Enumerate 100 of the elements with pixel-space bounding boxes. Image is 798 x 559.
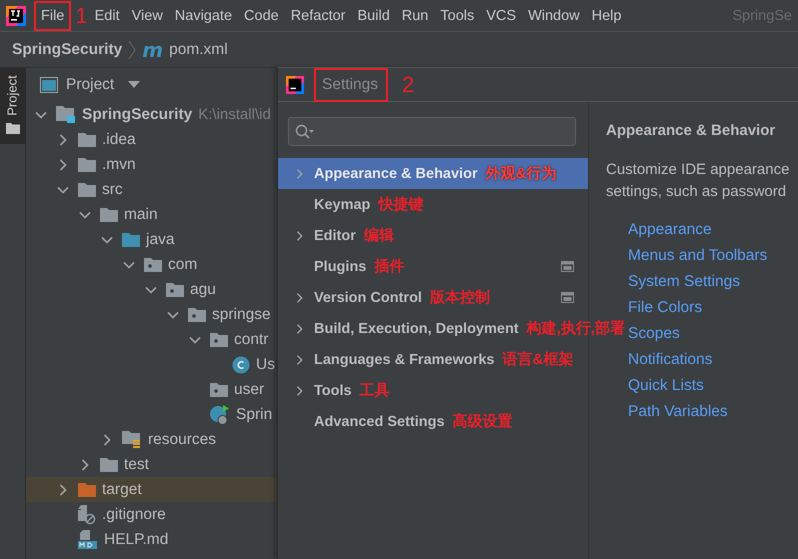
tree-item-label: java bbox=[146, 230, 174, 248]
tree-item-label: resources bbox=[148, 430, 216, 448]
tree-item-label: .idea bbox=[102, 130, 136, 148]
settings-link[interactable]: Appearance bbox=[628, 217, 798, 243]
tree-row[interactable]: .gitignore bbox=[26, 502, 277, 527]
menu-item[interactable]: Tools bbox=[435, 2, 480, 28]
tree-row[interactable]: Us bbox=[26, 352, 277, 377]
tree-item-label: src bbox=[102, 180, 123, 198]
tree-item-label: user bbox=[234, 380, 264, 398]
settings-link[interactable]: Notifications bbox=[628, 347, 798, 373]
folder-icon bbox=[6, 123, 20, 134]
tree-row-selected[interactable]: target bbox=[26, 477, 277, 502]
tree-item-label: test bbox=[124, 456, 149, 474]
maven-file-icon: m bbox=[142, 38, 164, 62]
search-field[interactable] bbox=[288, 117, 576, 146]
folder-icon bbox=[78, 482, 96, 497]
folder-icon bbox=[78, 157, 96, 172]
tree-row[interactable]: HELP.md bbox=[26, 527, 277, 552]
window-icon bbox=[40, 77, 58, 93]
tree-row[interactable]: SpringSecurity K:\install\id bbox=[26, 102, 277, 127]
breadcrumb-separator-icon bbox=[128, 40, 136, 60]
annotation-label: 快捷键 bbox=[378, 195, 424, 214]
settings-link[interactable]: Quick Lists bbox=[628, 373, 798, 399]
tree-row[interactable]: test bbox=[26, 452, 277, 477]
menu-item[interactable]: File bbox=[36, 2, 70, 28]
tree-row[interactable]: agu bbox=[26, 277, 277, 302]
tree-row[interactable]: user bbox=[26, 377, 277, 402]
tree-item-label: Us bbox=[256, 356, 275, 374]
menu-item[interactable]: Navigate bbox=[170, 2, 238, 28]
settings-link[interactable]: File Colors bbox=[628, 295, 798, 321]
settings-nav-item[interactable]: Languages & Frameworks 语言&框架 bbox=[278, 344, 588, 375]
description-text: settings, such as password bbox=[606, 182, 788, 202]
annotation-label: 外观&行为 bbox=[486, 164, 556, 183]
search-icon bbox=[295, 124, 315, 140]
tree-row[interactable]: src bbox=[26, 177, 277, 202]
package-folder-icon bbox=[210, 382, 228, 397]
tree-row[interactable]: resources bbox=[26, 427, 277, 452]
settings-nav-item[interactable]: Plugins 插件 bbox=[278, 251, 588, 282]
tree-row[interactable]: .idea bbox=[26, 127, 277, 152]
tree-item-label: .gitignore bbox=[102, 506, 166, 524]
project-tool-tab[interactable]: Project bbox=[0, 68, 25, 144]
menu-item[interactable]: Edit bbox=[90, 2, 125, 28]
annotation-label: 高级设置 bbox=[452, 412, 513, 431]
menu-item[interactable]: Window bbox=[523, 2, 585, 28]
tree-item-label: Sprin bbox=[236, 406, 272, 424]
app-logo-icon bbox=[286, 76, 304, 94]
settings-link[interactable]: Path Variables bbox=[628, 399, 798, 425]
breadcrumb-item[interactable]: SpringSecurity bbox=[12, 40, 122, 58]
markdown-file-icon bbox=[78, 530, 98, 550]
class-icon bbox=[232, 356, 250, 374]
menu-item[interactable]: Refactor bbox=[286, 2, 351, 28]
tree-row[interactable]: springse bbox=[26, 302, 277, 327]
app-logo-icon[interactable] bbox=[6, 6, 26, 26]
panel-title: Project bbox=[66, 76, 114, 94]
package-folder-icon bbox=[188, 307, 206, 322]
menu-item[interactable]: Run bbox=[396, 2, 434, 28]
tree-row[interactable]: com bbox=[26, 252, 277, 277]
settings-nav-item[interactable]: Build, Execution, Deployment 构建,执行,部署 bbox=[278, 313, 629, 344]
description-text: Customize IDE appearance bbox=[606, 160, 790, 180]
folder-icon bbox=[100, 207, 118, 222]
dropdown-caret-icon[interactable] bbox=[128, 81, 140, 89]
settings-link[interactable]: System Settings bbox=[628, 269, 798, 295]
tree-item-label: contr bbox=[234, 330, 268, 348]
menu-item[interactable]: View bbox=[126, 2, 168, 28]
menu-item[interactable]: Help bbox=[586, 2, 626, 28]
settings-nav-item[interactable]: Appearance & Behavior 外观&行为 bbox=[278, 158, 588, 189]
folder-icon bbox=[122, 232, 140, 247]
step-number: 2 bbox=[402, 74, 414, 96]
settings-nav-item[interactable]: Editor 编辑 bbox=[278, 220, 588, 251]
tree-row[interactable]: contr bbox=[26, 327, 277, 352]
settings-link[interactable]: Scopes bbox=[628, 321, 798, 347]
tree-item-label: springse bbox=[212, 306, 271, 324]
settings-nav-item[interactable]: Tools 工具 bbox=[278, 375, 588, 406]
folder-icon bbox=[78, 182, 96, 197]
annotation-label: 版本控制 bbox=[430, 288, 490, 307]
tree-row[interactable]: java bbox=[26, 227, 277, 252]
tree-row[interactable]: .mvn bbox=[26, 152, 277, 177]
project-path: K:\install\id bbox=[198, 106, 271, 123]
folder-icon bbox=[78, 132, 96, 147]
breadcrumb-item[interactable]: pom.xml bbox=[169, 40, 228, 58]
tree-item-label: SpringSecurity bbox=[82, 106, 192, 124]
project-level-icon bbox=[561, 261, 574, 272]
settings-nav-item[interactable]: Advanced Settings 高级设置 bbox=[278, 406, 588, 437]
settings-nav-item[interactable]: Version Control 版本控制 bbox=[278, 282, 588, 313]
settings-nav-item[interactable]: Keymap 快捷键 bbox=[278, 189, 588, 220]
package-folder-icon bbox=[210, 332, 228, 347]
ignore-file-icon bbox=[78, 504, 96, 524]
annotation-label: 工具 bbox=[360, 381, 390, 400]
tree-item-label: com bbox=[168, 256, 198, 274]
settings-link[interactable]: Menus and Toolbars bbox=[628, 243, 798, 269]
tree-row[interactable]: main bbox=[26, 202, 277, 227]
folder-icon bbox=[100, 457, 118, 472]
tree-item-label: main bbox=[124, 206, 158, 224]
menu-item[interactable]: Code bbox=[239, 2, 284, 28]
module-folder-icon bbox=[56, 106, 76, 123]
dialog-title: Settings bbox=[316, 70, 386, 100]
tree-item-label: agu bbox=[190, 280, 216, 298]
menu-item[interactable]: Build bbox=[352, 2, 395, 28]
tree-row[interactable]: Sprin bbox=[26, 402, 277, 427]
menu-item[interactable]: VCS bbox=[481, 2, 522, 28]
